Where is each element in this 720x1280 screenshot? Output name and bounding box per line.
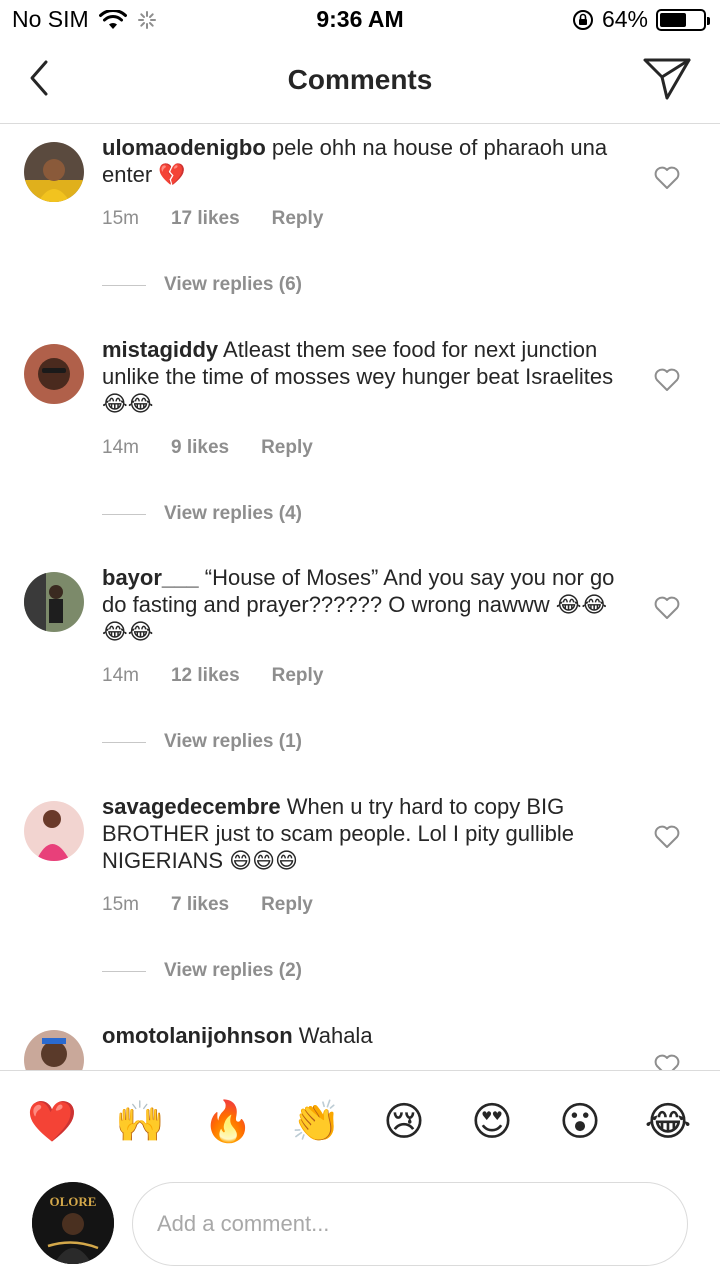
comment-username[interactable]: mistagiddy [102, 337, 218, 362]
avatar[interactable] [24, 344, 84, 404]
battery-percent: 64% [601, 6, 648, 32]
comment-likes[interactable]: 9 likes [171, 437, 229, 459]
emoji-crying-face[interactable]: 😢 [379, 1097, 429, 1147]
comment-likes[interactable]: 12 likes [171, 665, 240, 687]
avatar[interactable] [24, 572, 84, 632]
like-heart-icon[interactable] [654, 825, 680, 849]
view-replies-button[interactable]: View replies (2) [102, 960, 302, 982]
comment-username[interactable]: bayor___ [102, 565, 199, 590]
comment-username[interactable]: omotolanijohnson [102, 1023, 293, 1048]
current-user-avatar: OLORE [32, 1182, 114, 1264]
comment-likes[interactable]: 17 likes [171, 208, 240, 230]
divider [102, 970, 146, 972]
emoji-clapping-hands[interactable]: 👏 [291, 1097, 341, 1147]
battery-level [660, 12, 686, 27]
view-replies-label: View replies (4) [164, 503, 302, 524]
status-right: 64% [572, 6, 710, 33]
comment-username[interactable]: ulomaodenigbo [102, 135, 266, 160]
view-replies-button[interactable]: View replies (6) [102, 274, 302, 296]
emoji-bar: ❤️ 🙌 🔥 👏 😢 😍 😮 😂 [0, 1070, 720, 1174]
battery-tip [707, 16, 710, 25]
comment-time: 14m [102, 665, 139, 686]
comment-body: omotolanijohnson Wahala [102, 1022, 632, 1049]
battery-icon [656, 8, 710, 31]
divider [102, 284, 146, 286]
reply-button[interactable]: Reply [272, 665, 324, 687]
emoji-red-heart[interactable]: ❤️ [27, 1097, 77, 1147]
avatar[interactable] [24, 1030, 84, 1070]
rotation-lock-icon [572, 9, 593, 30]
comments-list[interactable]: ulomaodenigbo pele ohh na house of phara… [0, 124, 720, 1070]
comment-time: 15m [102, 894, 139, 915]
comment-meta: 15m 7 likes Reply [102, 894, 313, 916]
emoji-heart-eyes[interactable]: 😍 [467, 1097, 517, 1147]
comment-body: bayor___ “House of Moses” And you say yo… [102, 564, 632, 645]
like-heart-icon[interactable] [654, 368, 680, 392]
comment-time: 15m [102, 208, 139, 229]
direct-send-icon[interactable] [642, 56, 692, 102]
like-heart-icon[interactable] [654, 1054, 680, 1070]
page-title: Comments [287, 64, 433, 95]
emoji-surprised-face[interactable]: 😮 [555, 1097, 605, 1147]
emoji-tears-of-joy[interactable]: 😂 [643, 1097, 693, 1147]
avatar-brand-text: OLORE [50, 1194, 97, 1209]
avatar[interactable] [24, 801, 84, 861]
view-replies-button[interactable]: View replies (4) [102, 503, 302, 525]
divider [102, 513, 146, 515]
comment-body: mistagiddy Atleast them see food for nex… [102, 336, 632, 417]
like-heart-icon[interactable] [654, 166, 680, 190]
emoji-fire[interactable]: 🔥 [203, 1097, 253, 1147]
like-heart-icon[interactable] [654, 596, 680, 620]
comment-meta: 14m 9 likes Reply [102, 437, 313, 459]
comment-meta: 14m 12 likes Reply [102, 665, 323, 687]
view-replies-label: View replies (6) [164, 274, 302, 295]
emoji-raising-hands[interactable]: 🙌 [115, 1097, 165, 1147]
avatar[interactable] [24, 142, 84, 202]
reply-button[interactable]: Reply [261, 437, 313, 459]
view-replies-button[interactable]: View replies (1) [102, 731, 302, 753]
reply-button[interactable]: Reply [261, 894, 313, 916]
status-bar: No SIM 9:36 AM 64% [0, 0, 720, 40]
comment-body: savagedecembre When u try hard to copy B… [102, 793, 632, 874]
comment-username[interactable]: savagedecembre [102, 794, 281, 819]
comment-body: ulomaodenigbo pele ohh na house of phara… [102, 134, 632, 188]
comment-meta: 15m 17 likes Reply [102, 208, 323, 230]
comment-composer: OLORE [0, 1174, 720, 1280]
reply-button[interactable]: Reply [272, 208, 324, 230]
comment-likes[interactable]: 7 likes [171, 894, 229, 916]
view-replies-label: View replies (2) [164, 960, 302, 981]
divider [102, 741, 146, 743]
comment-text: Wahala [298, 1023, 373, 1048]
comment-time: 14m [102, 437, 139, 458]
view-replies-label: View replies (1) [164, 731, 302, 752]
nav-header: Comments [0, 40, 720, 124]
comment-input[interactable] [132, 1182, 688, 1266]
